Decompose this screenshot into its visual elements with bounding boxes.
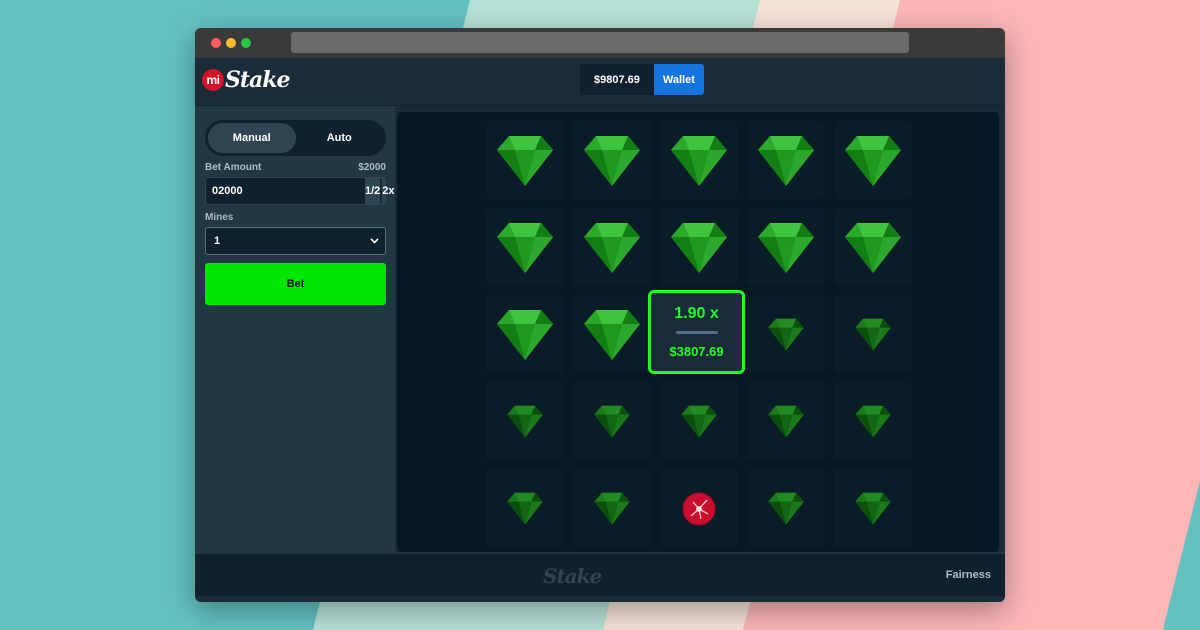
logo[interactable]: mi Stake [202,67,291,93]
balance-display[interactable]: $9807.69 [580,64,654,95]
gem-tile[interactable] [834,208,912,286]
gem-icon [497,136,553,186]
browser-window: mi Stake $9807.69 Wallet Manual Auto Bet… [195,28,1005,602]
game-board: 1.90 x $3807.69 [397,112,999,552]
win-amount: $3807.69 [669,344,724,359]
bet-button[interactable]: Bet [205,263,386,305]
gem-tile[interactable] [573,121,651,199]
gem-tile[interactable] [834,121,912,199]
gem-tile[interactable] [834,295,912,373]
gem-tile[interactable] [573,469,651,547]
bet-sidebar: Manual Auto Bet Amount $2000 1/2 2x Mine… [195,106,395,552]
app-header: mi Stake $9807.69 Wallet [195,58,1005,106]
half-bet-button[interactable]: 1/2 [365,178,380,204]
mines-select[interactable]: 1 [205,227,386,255]
footer-logo: Stake [543,564,602,588]
fairness-link[interactable]: Fairness [946,569,991,581]
gem-icon [507,405,543,438]
gem-tile[interactable] [486,382,564,460]
gem-tile[interactable] [747,295,825,373]
bet-amount-label-row: Bet Amount $2000 [205,162,386,173]
title-bar [195,28,1005,58]
gem-icon [758,223,814,273]
chevron-down-icon [370,238,379,244]
gem-icon [497,310,553,360]
gem-tile[interactable] [486,469,564,547]
win-multiplier: 1.90 x [674,305,719,322]
minimize-window-button[interactable] [226,38,236,48]
window-bottom [195,596,1005,602]
mine-tile[interactable] [660,469,738,547]
gem-tile[interactable] [486,295,564,373]
gem-icon [681,405,717,438]
balance-widget: $9807.69 Wallet [580,64,704,95]
gem-icon [855,405,891,438]
gem-icon [584,136,640,186]
gem-tile[interactable] [660,382,738,460]
tab-manual[interactable]: Manual [208,123,296,153]
mines-label-row: Mines [205,212,386,223]
gem-icon [584,223,640,273]
bet-amount-row: 1/2 2x [205,177,395,205]
gem-icon [584,310,640,360]
gem-tile[interactable] [660,121,738,199]
gem-tile[interactable] [747,208,825,286]
mines-value: 1 [214,235,221,247]
wallet-button[interactable]: Wallet [653,64,704,95]
gem-icon [855,492,891,525]
gem-tile[interactable] [747,121,825,199]
gem-tile[interactable] [747,382,825,460]
mines-label: Mines [205,212,234,223]
maximize-window-button[interactable] [241,38,251,48]
gem-icon [768,318,804,351]
gem-tile[interactable] [486,208,564,286]
address-bar[interactable] [291,32,909,53]
gem-tile[interactable] [747,469,825,547]
gem-tile[interactable] [834,469,912,547]
gem-icon [845,136,901,186]
tab-auto[interactable]: Auto [296,123,384,153]
gem-tile[interactable] [660,208,738,286]
gem-icon [671,223,727,273]
bet-amount-input[interactable] [206,178,365,204]
close-window-button[interactable] [211,38,221,48]
gem-icon [594,405,630,438]
gem-icon [768,492,804,525]
logo-badge: mi [202,69,224,91]
gem-tile[interactable] [573,295,651,373]
gem-tile[interactable] [573,208,651,286]
gem-icon [671,136,727,186]
gem-tile[interactable] [834,382,912,460]
gem-icon [507,492,543,525]
mine-icon [682,492,716,526]
bet-amount-display: $2000 [358,162,386,173]
gem-tile[interactable] [573,382,651,460]
win-card: 1.90 x $3807.69 [648,290,745,374]
logo-text: Stake [225,67,291,93]
win-divider [675,331,718,334]
gem-tile[interactable] [486,121,564,199]
double-bet-button[interactable]: 2x [380,178,395,204]
gem-icon [768,405,804,438]
gem-icon [594,492,630,525]
gem-icon [845,223,901,273]
footer: Stake Fairness [195,552,1005,596]
bet-amount-label: Bet Amount [205,162,262,173]
gem-icon [497,223,553,273]
gem-icon [855,318,891,351]
mode-toggle: Manual Auto [205,120,386,156]
gem-icon [758,136,814,186]
